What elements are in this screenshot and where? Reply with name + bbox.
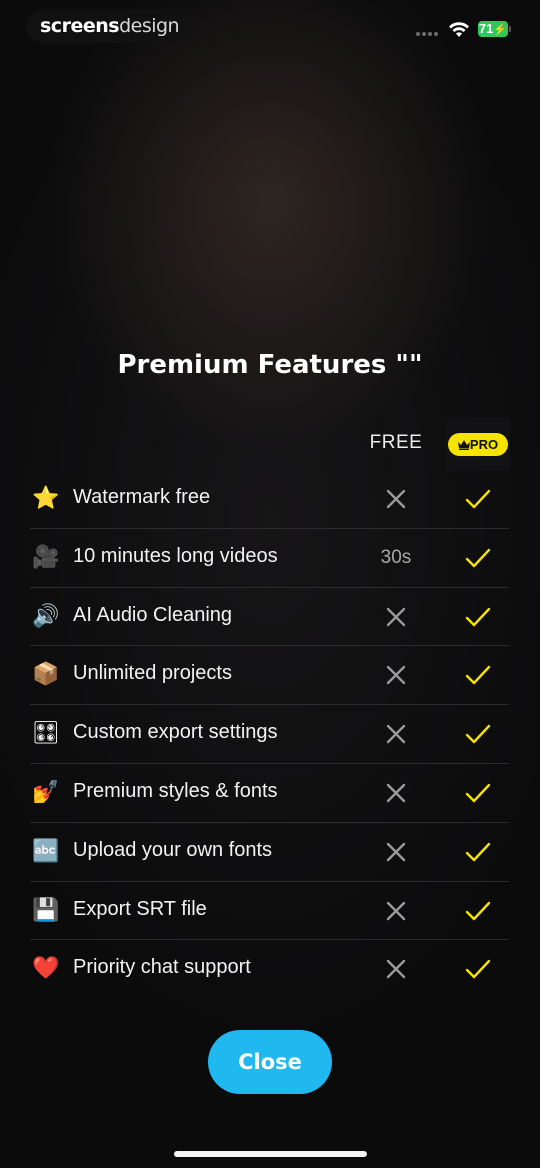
pro-column-header: PRO [446,418,510,470]
feature-row: ⭐ Watermark free [30,470,509,529]
feature-row: 🔤 Upload your own fonts [30,823,509,882]
feature-label: 10 minutes long videos [73,544,278,567]
pro-check-icon [446,705,510,763]
feature-row: 🎥 10 minutes long videos 30s [30,529,509,588]
feature-row: 📦 Unlimited projects [30,646,510,706]
free-cross-icon [362,823,430,881]
feature-row: ❤️ Priority chat support [30,940,509,999]
cellular-signal-icon [416,32,440,36]
feature-label: AI Audio Cleaning [73,603,233,626]
feature-comparison-table: ⭐ Watermark free 🎥 10 minutes long videos 30… [30,470,509,999]
pro-check-icon [446,823,510,881]
feature-emoji-icon: 💾 [32,897,60,923]
pro-check-icon [446,764,510,822]
free-cross-icon [362,705,430,763]
pro-check-icon [446,588,510,646]
home-indicator[interactable] [174,1151,367,1157]
crown-icon [458,440,470,450]
pro-check-icon [446,882,510,940]
watermark-bold: screens [40,15,120,37]
free-cross-icon [362,940,430,998]
feature-row: 💅 Premium styles & fonts [30,764,509,823]
feature-emoji-icon: 💅 [32,779,60,805]
pro-badge-label: PRO [469,437,499,452]
battery-level: 71 [478,21,494,36]
feature-emoji-icon: 🔤 [32,838,60,864]
free-value-text: 30s [380,546,412,568]
screensdesign-watermark: screensdesign [26,9,194,43]
pro-check-icon [446,940,510,998]
free-cross-icon [362,646,430,704]
feature-emoji-icon: 🎥 [32,544,60,570]
feature-row: 🔊 AI Audio Cleaning [30,588,509,647]
wifi-icon [449,22,469,37]
pro-check-icon [446,646,510,704]
feature-label: Upload your own fonts [73,838,273,861]
feature-label: Unlimited projects [73,662,232,685]
feature-label: Export SRT file [73,897,207,920]
feature-emoji-icon: ⭐ [32,486,60,511]
feature-emoji-icon: 📦 [32,662,60,688]
feature-row: 💾 Export SRT file [30,882,509,941]
pro-badge: PRO [448,433,508,456]
status-bar: screensdesign 71⚡ [0,0,540,60]
feature-label: Priority chat support [73,956,251,979]
free-cross-icon [362,764,430,822]
battery-nub [509,26,511,32]
free-cross-icon [362,882,430,940]
page-title: Premium Features "" [117,350,423,380]
feature-emoji-icon: ❤️ [32,956,60,982]
battery-indicator: 71⚡ [478,21,508,37]
close-button[interactable]: Close [208,1030,332,1094]
watermark-light: design [119,15,180,37]
feature-emoji-icon: 🔊 [32,603,60,629]
feature-label: Custom export settings [73,721,278,744]
free-cross-icon [362,588,430,646]
feature-emoji-icon: 🎛 [32,721,60,747]
free-column-header: FREE [369,432,423,453]
pro-check-icon [446,470,510,528]
free-value: 30s [362,529,430,587]
feature-label: Watermark free [73,486,211,508]
feature-row: 🎛 Custom export settings [30,705,509,764]
free-cross-icon [362,470,430,528]
pro-check-icon [446,529,510,587]
feature-label: Premium styles & fonts [73,779,278,802]
